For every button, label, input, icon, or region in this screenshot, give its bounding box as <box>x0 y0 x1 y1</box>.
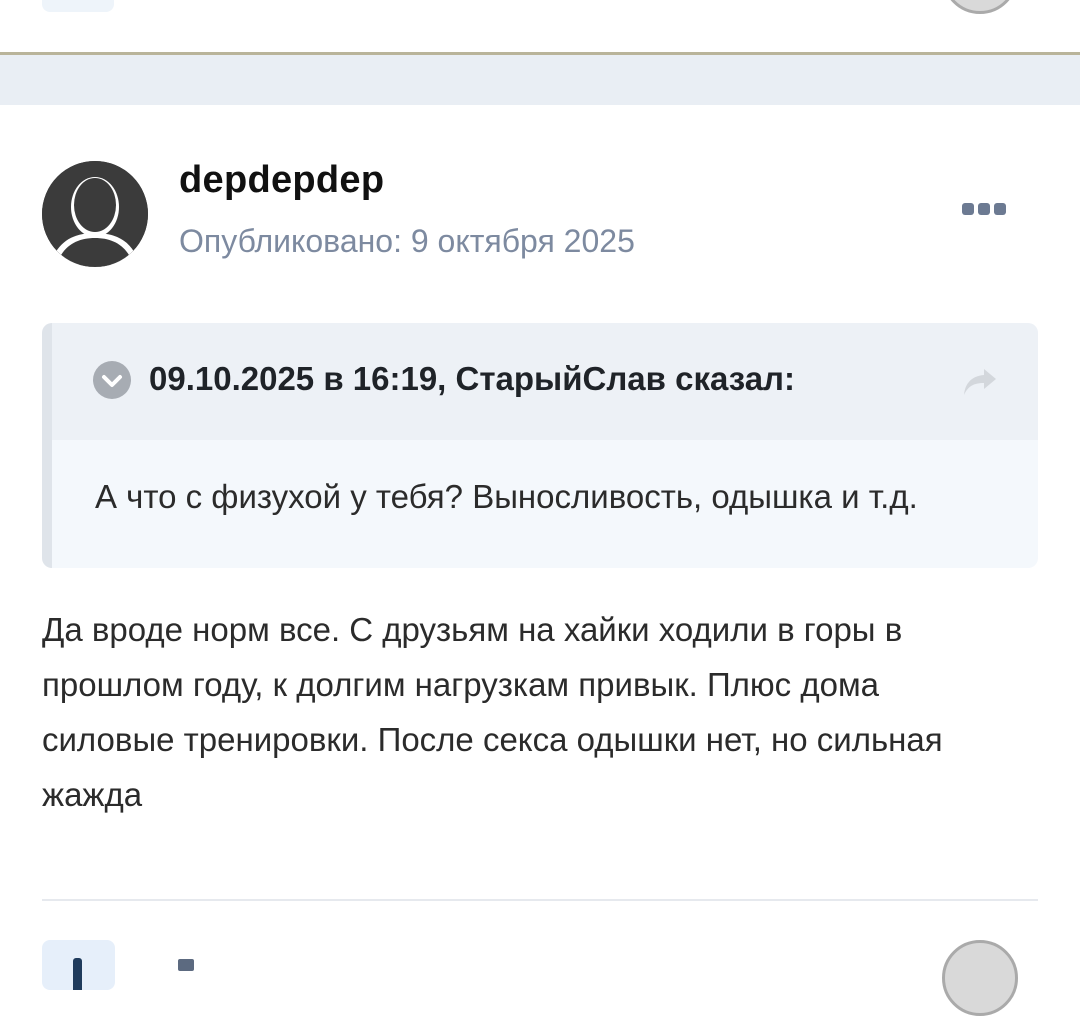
more-dot <box>978 203 990 215</box>
quote-text: А что с физухой у тебя? Выносливость, од… <box>95 478 918 515</box>
quote-left-bar <box>42 323 52 568</box>
previous-reaction-icon[interactable] <box>942 0 1018 14</box>
content-line: прошлом году, к долгим нагрузкам привык.… <box>42 666 880 703</box>
previous-post-footer <box>0 0 1080 52</box>
post-content: Да вроде норм все. С друзьям на хайки хо… <box>42 602 1042 822</box>
quote-header: 09.10.2025 в 16:19, СтарыйСлав сказал: <box>52 323 1038 440</box>
reaction-mark-icon <box>73 958 82 990</box>
quote-block: 09.10.2025 в 16:19, СтарыйСлав сказал: А… <box>42 323 1038 568</box>
content-line: силовые тренировки. После секса одышки н… <box>42 721 943 758</box>
more-dot <box>962 203 974 215</box>
forum-post: depdepdep Опубликовано: 9 октября 2025 0… <box>0 105 1080 1016</box>
content-line: жажда <box>42 776 143 813</box>
published-date: Опубликовано: 9 октября 2025 <box>179 223 635 259</box>
quote-citation[interactable]: 09.10.2025 в 16:19, СтарыйСлав сказал: <box>149 360 795 398</box>
more-dot <box>994 203 1006 215</box>
next-reaction-icon[interactable] <box>942 940 1018 1016</box>
content-line: Да вроде норм все. С друзьям на хайки хо… <box>42 611 903 648</box>
chevron-down-icon[interactable] <box>93 361 131 399</box>
next-reaction-button[interactable] <box>42 940 115 990</box>
post-divider <box>42 899 1038 901</box>
previous-reaction-button[interactable] <box>42 0 114 12</box>
user-avatar-icon[interactable] <box>42 161 148 267</box>
more-options-icon[interactable] <box>962 203 1008 219</box>
share-arrow-icon[interactable] <box>960 365 1000 399</box>
next-post-text-fragment <box>178 959 194 971</box>
post-separator-gap <box>0 55 1080 105</box>
author-name[interactable]: depdepdep <box>179 159 384 202</box>
